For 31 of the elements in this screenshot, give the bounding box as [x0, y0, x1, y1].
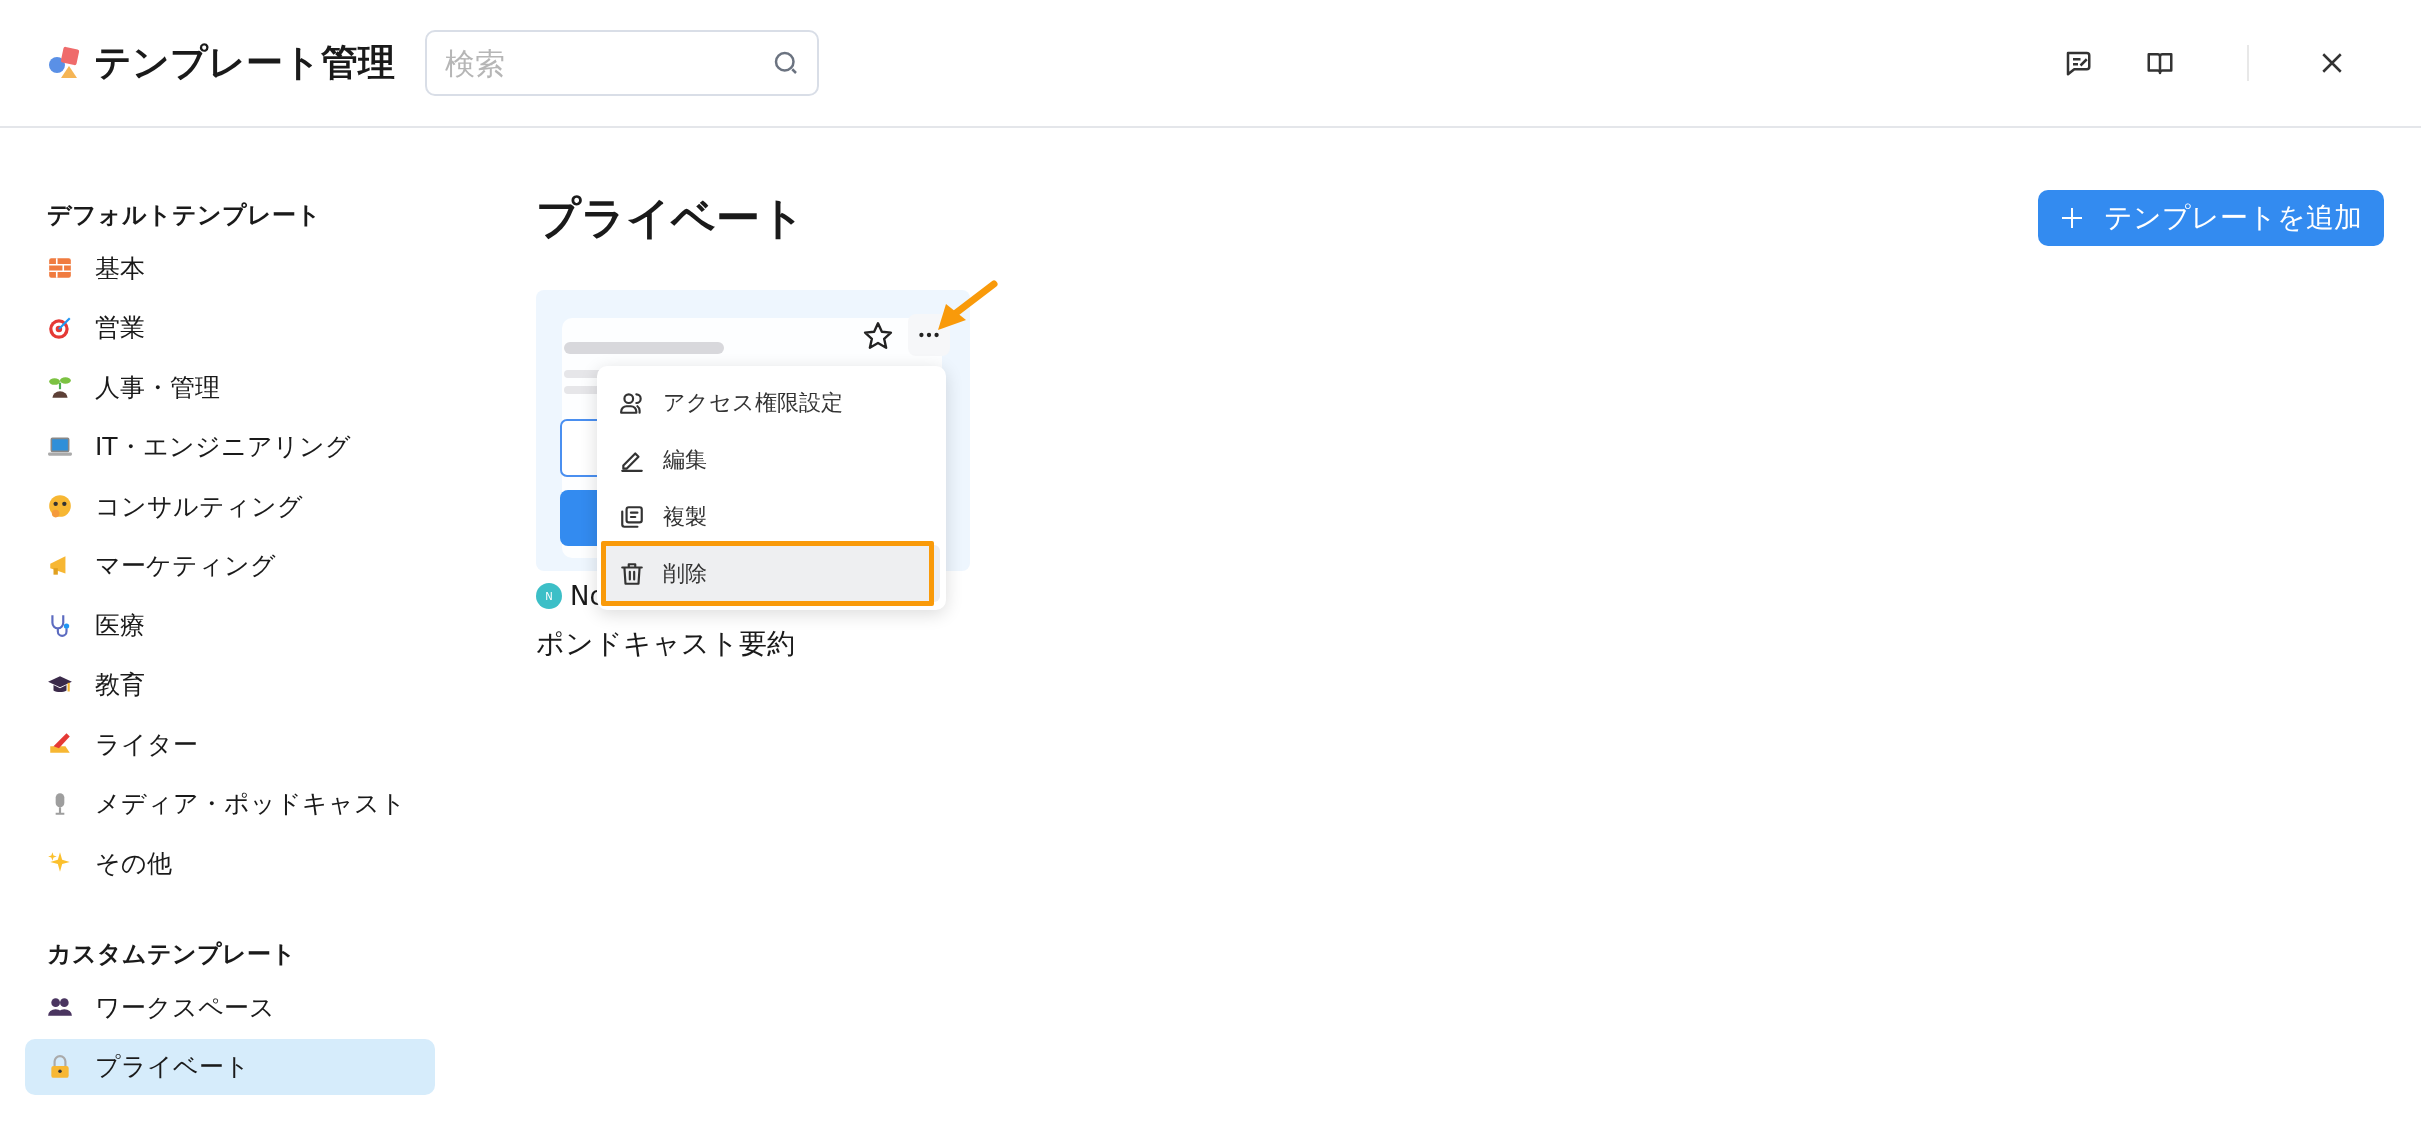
sidebar-item[interactable]: ライター — [25, 716, 435, 772]
sidebar-item[interactable]: コンサルティング — [25, 478, 435, 534]
sidebar-item[interactable]: メディア・ポッドキャスト — [25, 775, 435, 832]
menu-item-icon — [619, 560, 645, 587]
category-icon — [47, 374, 73, 400]
section-heading: カスタムテンプレート — [46, 939, 297, 970]
plus-icon — [2060, 206, 2084, 230]
author-avatar: N — [536, 583, 562, 609]
app-title: テンプレート管理 — [94, 40, 395, 86]
sidebar-item[interactable]: IT・エンジニアリング — [25, 418, 435, 475]
template-name[interactable]: ポンドキャスト要約 — [536, 625, 970, 663]
sidebar-item[interactable]: ワークスペース — [25, 979, 435, 1035]
menu-item[interactable]: アクセス権限設定 — [603, 374, 940, 431]
sidebar-item[interactable]: プライベート — [25, 1038, 435, 1095]
menu-item[interactable]: 編集 — [603, 431, 940, 488]
menu-item[interactable]: 複製 — [603, 488, 940, 545]
section-heading: デフォルトテンプレート — [46, 200, 322, 231]
sidebar-item[interactable]: 医療 — [25, 597, 435, 653]
more-icon[interactable] — [908, 314, 950, 356]
category-icon — [47, 255, 73, 281]
menu-item-icon — [619, 503, 645, 530]
search-field[interactable]: 検索 — [425, 30, 819, 96]
sidebar-item[interactable]: 教育 — [25, 656, 435, 713]
star-icon[interactable] — [862, 320, 894, 352]
sidebar-item[interactable]: 人事・管理 — [25, 359, 435, 415]
sidebar-item[interactable]: 基本 — [25, 240, 435, 296]
sidebar-item[interactable]: 営業 — [25, 299, 435, 356]
page-title: プライベート — [536, 190, 805, 245]
category-icon — [47, 493, 73, 519]
sidebar-item[interactable]: マーケティング — [25, 537, 435, 594]
sidebar-item[interactable]: その他 — [25, 835, 435, 891]
